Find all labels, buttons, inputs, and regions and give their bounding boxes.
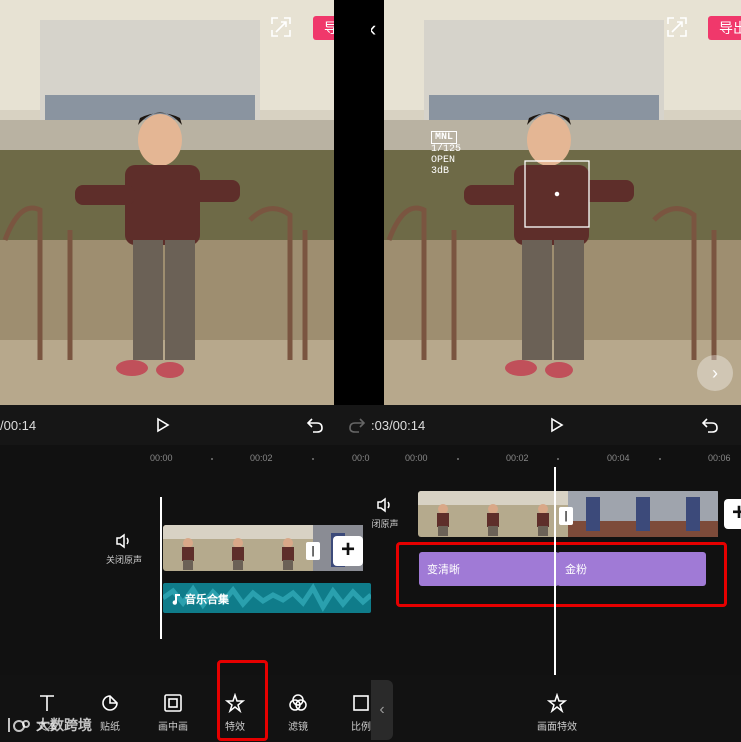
video-preview[interactable]: MNL 1/125 OPEN 3dB 导出 › [384, 0, 741, 405]
add-clip-button[interactable]: + [724, 499, 741, 529]
add-clip-button[interactable]: + [333, 536, 363, 566]
camera-shutter: 1/125 [431, 144, 462, 155]
ruler-tick: 00:02 [250, 453, 273, 463]
transition-marker[interactable]: | [559, 507, 573, 525]
collapse-chevron-icon[interactable]: ‹ [371, 680, 393, 740]
highlight-frame [217, 660, 268, 741]
picture-in-picture-icon [164, 694, 182, 712]
sticker-icon [102, 695, 118, 711]
video-preview[interactable]: 导出 [0, 0, 334, 405]
playhead[interactable] [554, 467, 556, 675]
fullscreen-icon[interactable] [666, 16, 688, 38]
play-icon[interactable] [549, 417, 565, 433]
audio-clip-label: 音乐合集 [171, 591, 229, 607]
audio-clip-name: 音乐合集 [185, 594, 229, 606]
mute-label: 闭原声 [371, 519, 399, 529]
ruler-dot [557, 458, 559, 460]
ruler-dot [312, 458, 314, 460]
effects-icon [547, 693, 567, 713]
undo-icon[interactable] [306, 417, 324, 433]
ruler-dot [211, 458, 213, 460]
tool-filter[interactable]: 滤镜 [273, 693, 323, 733]
tool-label: 画中画 [158, 722, 188, 733]
clip-thumbnail [668, 491, 718, 537]
clip-thumbnail [568, 491, 618, 537]
camera-aperture: OPEN [431, 155, 456, 166]
bottom-toolbar: ‹ 画面特效 [371, 675, 741, 742]
ruler-tick: 00:0 [352, 453, 370, 463]
undo-icon[interactable] [701, 417, 719, 433]
focus-frame-icon [524, 160, 590, 228]
filter-icon [289, 694, 307, 711]
speaker-mute-icon [116, 533, 129, 549]
clip-thumbnail [213, 525, 263, 571]
playback-bar: :03/00:14 [371, 405, 741, 445]
ruler-tick: 00:00 [150, 453, 173, 463]
back-chevron-icon[interactable]: ‹ [371, 18, 376, 40]
camera-mode: MNL [431, 131, 458, 144]
tool-label: 滤镜 [288, 722, 308, 733]
clip-thumbnail [418, 491, 468, 537]
mute-original-audio[interactable]: 闭原声 [371, 497, 415, 530]
play-icon[interactable] [155, 417, 171, 433]
watermark-logo-icon [8, 718, 30, 732]
timeline[interactable]: 00:00 00:02 00:0 关闭原声 | + 音乐合集 [0, 445, 371, 675]
ruler-tick: 00:06 [708, 453, 731, 463]
redo-icon[interactable] [348, 417, 366, 433]
text-icon [40, 695, 54, 711]
ratio-icon [353, 695, 369, 711]
playback-bar: /00:14 [0, 405, 371, 445]
audio-track[interactable]: 音乐合集 [163, 583, 371, 613]
tool-scene-effects[interactable]: 画面特效 [531, 693, 583, 733]
watermark-text: 大数跨境 [36, 717, 92, 733]
camera-gain: 3dB [431, 166, 450, 177]
left-editor-panel: 导出 /00:14 00:00 00:02 00:0 关闭原声 | + [0, 0, 371, 742]
photo-image [0, 0, 334, 405]
time-readout: :03/00:14 [371, 418, 426, 433]
speaker-mute-icon [377, 497, 390, 513]
transition-marker[interactable]: | [306, 542, 320, 560]
tool-picture-in-picture[interactable]: 画中画 [148, 693, 198, 733]
tool-label: 画面特效 [537, 722, 577, 733]
ruler-tick: 00:04 [607, 453, 630, 463]
mute-label: 关闭原声 [105, 555, 142, 565]
clip-thumbnail [618, 491, 668, 537]
camera-info-overlay: MNL 1/125 OPEN 3dB [431, 131, 461, 177]
clip-thumbnail [468, 491, 518, 537]
tool-ratio[interactable]: 比例 [336, 693, 371, 733]
timeline[interactable]: 00:00 00:02 00:04 00:06 闭原声 | + 变清晰 金粉 [371, 445, 741, 675]
right-editor-panel: ‹ MNL [371, 0, 741, 742]
next-arrow-icon[interactable]: › [697, 355, 733, 391]
mute-original-audio[interactable]: 关闭原声 [94, 533, 154, 566]
export-button[interactable]: 导出 [708, 16, 741, 40]
ruler-tick: 00:00 [405, 453, 428, 463]
music-note-icon [172, 593, 180, 605]
ruler-dot [659, 458, 661, 460]
playhead[interactable] [160, 497, 162, 639]
tool-sticker[interactable]: 贴纸 [85, 693, 135, 733]
time-readout: /00:14 [0, 418, 37, 433]
tool-label: 贴纸 [100, 722, 120, 733]
ruler-dot [457, 458, 459, 460]
watermark: 大数跨境 [6, 715, 92, 735]
clip-thumbnail [163, 525, 213, 571]
fullscreen-icon[interactable] [270, 16, 292, 38]
export-button[interactable]: 导出 [313, 16, 334, 40]
highlight-frame [396, 542, 727, 607]
ruler-tick: 00:02 [506, 453, 529, 463]
tool-label: 比例 [351, 722, 371, 733]
